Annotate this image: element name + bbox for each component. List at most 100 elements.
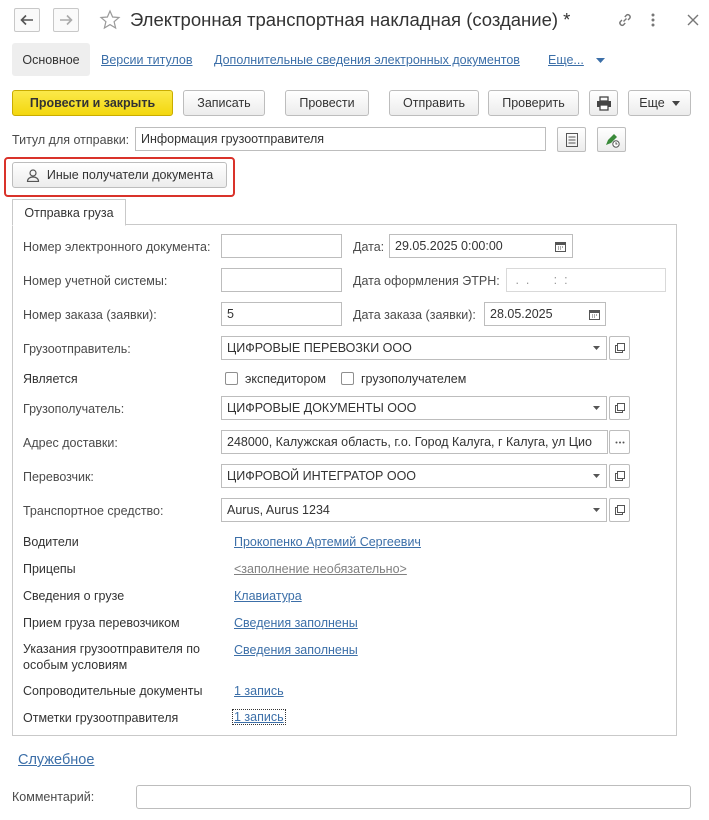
forward-arrow-icon bbox=[60, 14, 73, 26]
forward-button[interactable] bbox=[53, 8, 79, 32]
check-button[interactable]: Проверить bbox=[488, 90, 579, 116]
acceptance-label: Прием груза перевозчиком bbox=[23, 616, 180, 630]
drivers-label: Водители bbox=[23, 535, 79, 549]
special-conditions-label-2: особым условиям bbox=[23, 658, 128, 672]
shipper-marks-label: Отметки грузоотправителя bbox=[23, 711, 179, 725]
doc-number-input[interactable] bbox=[221, 234, 342, 258]
shipper-open-button[interactable] bbox=[609, 336, 630, 360]
chevron-down-icon bbox=[671, 100, 680, 106]
order-date-calendar-button[interactable] bbox=[584, 302, 606, 326]
carrier-label: Перевозчик: bbox=[23, 470, 94, 484]
back-arrow-icon bbox=[20, 14, 33, 26]
cargo-info-link[interactable]: Клавиатура bbox=[234, 589, 302, 603]
copy-link-button[interactable] bbox=[615, 10, 635, 30]
post-and-close-button[interactable]: Провести и закрыть bbox=[12, 90, 173, 116]
trailers-link[interactable]: <заполнение необязательно> bbox=[234, 562, 407, 576]
address-label: Адрес доставки: bbox=[23, 436, 118, 450]
open-icon bbox=[614, 471, 625, 481]
consignee-open-button[interactable] bbox=[609, 396, 630, 420]
date-label: Дата: bbox=[353, 240, 385, 254]
back-button[interactable] bbox=[14, 8, 40, 32]
shipper-marks-link[interactable]: 1 запись bbox=[232, 709, 286, 725]
shipper-label: Грузоотправитель: bbox=[23, 342, 131, 356]
cargo-info-label: Сведения о грузе bbox=[23, 589, 125, 603]
order-date-input[interactable]: 28.05.2025 bbox=[484, 302, 585, 326]
dropdown-icon bbox=[593, 406, 600, 410]
doc-number-label: Номер электронного документа: bbox=[23, 240, 211, 254]
order-number-label: Номер заказа (заявки): bbox=[23, 308, 157, 322]
open-icon bbox=[614, 343, 625, 353]
vehicle-input[interactable]: Aurus, Aurus 1234 bbox=[221, 498, 588, 522]
drivers-link[interactable]: Прокопенко Артемий Сергеевич bbox=[234, 535, 421, 549]
tab-additional-info[interactable]: Дополнительные сведения электронных доку… bbox=[214, 53, 520, 67]
send-button[interactable]: Отправить bbox=[389, 90, 479, 116]
print-button[interactable] bbox=[589, 90, 618, 116]
star-icon bbox=[99, 9, 121, 30]
title-sign-button[interactable] bbox=[597, 127, 626, 152]
consignee-input[interactable]: ЦИФРОВЫЕ ДОКУМЕНТЫ ООО bbox=[221, 396, 588, 420]
acc-number-input[interactable] bbox=[221, 268, 342, 292]
tab-title-versions[interactable]: Версии титулов bbox=[101, 53, 193, 67]
address-input[interactable]: 248000, Калужская область, г.о. Город Ка… bbox=[221, 430, 608, 454]
date-calendar-button[interactable] bbox=[549, 234, 573, 258]
save-button[interactable]: Записать bbox=[183, 90, 265, 116]
etrn-date-input: . . : : bbox=[506, 268, 666, 292]
carrier-input[interactable]: ЦИФРОВОЙ ИНТЕГРАТОР ООО bbox=[221, 464, 588, 488]
edit-sign-icon bbox=[605, 133, 620, 148]
more-actions-button[interactable]: Еще bbox=[628, 90, 691, 116]
trailers-label: Прицепы bbox=[23, 562, 76, 576]
open-icon bbox=[614, 505, 625, 515]
other-recipients-button[interactable]: Иные получатели документа bbox=[12, 162, 227, 188]
calendar-icon bbox=[555, 241, 566, 252]
open-icon bbox=[614, 403, 625, 413]
tab-more[interactable]: Еще... bbox=[548, 53, 605, 67]
chevron-down-icon bbox=[595, 57, 605, 63]
accompanying-docs-label: Сопроводительные документы bbox=[23, 684, 203, 698]
special-conditions-link[interactable]: Сведения заполнены bbox=[234, 643, 358, 657]
print-icon bbox=[596, 95, 611, 111]
carrier-open-button[interactable] bbox=[609, 464, 630, 488]
special-conditions-label-1: Указания грузоотправителя по bbox=[23, 642, 200, 656]
consignee-dropdown-button[interactable] bbox=[587, 396, 607, 420]
list-icon bbox=[565, 132, 578, 147]
carrier-dropdown-button[interactable] bbox=[587, 464, 607, 488]
vehicle-open-button[interactable] bbox=[609, 498, 630, 522]
date-input[interactable]: 29.05.2025 0:00:00 bbox=[389, 234, 550, 258]
consignee-label: Грузополучатель: bbox=[23, 402, 125, 416]
title-send-field[interactable]: Информация грузоотправителя bbox=[135, 127, 546, 151]
acc-number-label: Номер учетной системы: bbox=[23, 274, 168, 288]
post-button[interactable]: Провести bbox=[285, 90, 369, 116]
accompanying-docs-link[interactable]: 1 запись bbox=[234, 684, 284, 698]
link-icon bbox=[619, 14, 631, 26]
window-title: Электронная транспортная накладная (созд… bbox=[130, 9, 571, 30]
acceptance-link[interactable]: Сведения заполнены bbox=[234, 616, 358, 630]
shipper-input[interactable]: ЦИФРОВЫЕ ПЕРЕВОЗКИ ООО bbox=[221, 336, 588, 360]
more-window-button[interactable] bbox=[643, 10, 663, 30]
title-list-button[interactable] bbox=[557, 127, 586, 152]
order-date-label: Дата заказа (заявки): bbox=[353, 308, 476, 322]
is-label: Является bbox=[23, 372, 78, 386]
comment-input[interactable] bbox=[136, 785, 691, 809]
comment-label: Комментарий: bbox=[12, 790, 95, 804]
close-button[interactable] bbox=[683, 10, 703, 30]
forwarder-label: экспедитором bbox=[245, 372, 326, 386]
vehicle-label: Транспортное средство: bbox=[23, 504, 164, 518]
dropdown-icon bbox=[593, 474, 600, 478]
close-icon bbox=[687, 14, 699, 26]
etrn-date-label: Дата оформления ЭТРН: bbox=[353, 274, 500, 288]
service-section-link[interactable]: Служебное bbox=[18, 752, 94, 768]
forwarder-checkbox[interactable] bbox=[225, 372, 238, 385]
tab-main[interactable]: Основное bbox=[12, 43, 90, 76]
person-icon bbox=[26, 168, 39, 182]
tab-cargo-shipment[interactable]: Отправка груза bbox=[12, 199, 126, 226]
title-send-label: Титул для отправки: bbox=[12, 133, 130, 147]
order-number-input[interactable]: 5 bbox=[221, 302, 342, 326]
favorite-button[interactable] bbox=[98, 8, 122, 32]
vehicle-dropdown-button[interactable] bbox=[587, 498, 607, 522]
kebab-icon bbox=[651, 13, 655, 27]
shipper-dropdown-button[interactable] bbox=[587, 336, 607, 360]
dropdown-icon bbox=[593, 508, 600, 512]
address-select-button[interactable] bbox=[609, 430, 630, 454]
calendar-icon bbox=[589, 309, 600, 320]
consignee-checkbox[interactable] bbox=[341, 372, 354, 385]
